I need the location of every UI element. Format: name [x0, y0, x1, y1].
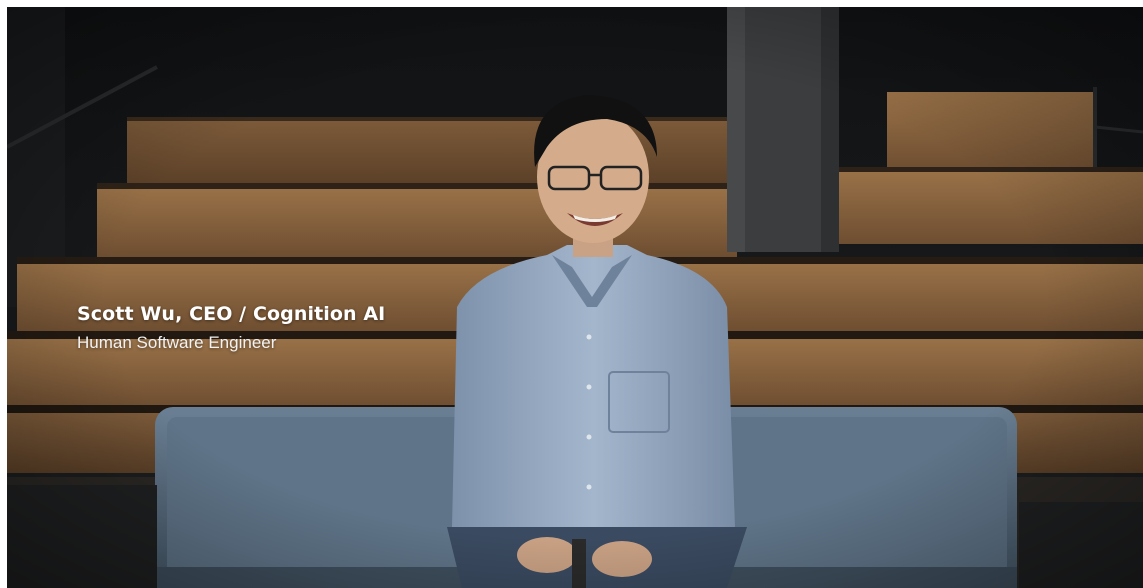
video-frame: Scott Wu, CEO / Cognition AI Human Softw…: [7, 7, 1143, 588]
speaker-name: Scott Wu, CEO / Cognition AI: [77, 303, 386, 325]
lower-third-caption: Scott Wu, CEO / Cognition AI Human Softw…: [77, 301, 385, 355]
speaker-role: Human Software Engineer: [77, 333, 277, 352]
interview-scene: [7, 7, 1143, 588]
